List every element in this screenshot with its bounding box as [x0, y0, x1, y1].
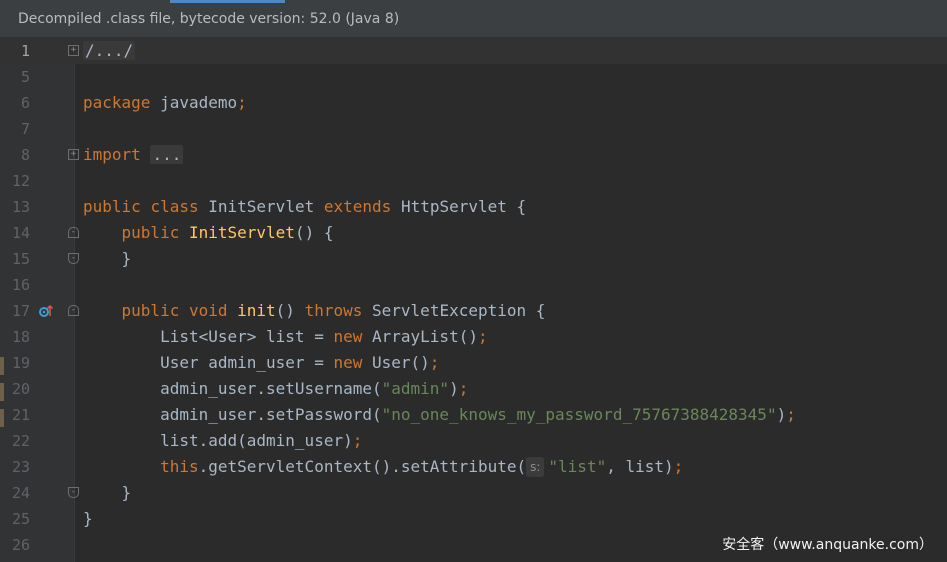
code-line[interactable]: 21 admin_user.setPassword("no_one_knows_…	[0, 402, 947, 428]
code-line[interactable]: 7	[0, 116, 947, 142]
code-text: , list)	[606, 457, 674, 476]
overridden-method-icon[interactable]	[38, 303, 54, 319]
code-line[interactable]: 22 list.add(admin_user);	[0, 428, 947, 454]
code-text: }	[121, 249, 132, 268]
fold-toggle-icon[interactable]: -	[68, 305, 79, 316]
fold-toggle-icon[interactable]: -	[68, 253, 79, 264]
code-line[interactable]: 20 admin_user.setUsername("admin");	[0, 376, 947, 402]
line-number: 17	[11, 302, 30, 320]
code-text: admin_user.setUsername(	[160, 379, 382, 398]
code-text: ()	[275, 301, 295, 320]
code-line[interactable]: 15 - }	[0, 246, 947, 272]
watermark: 安全客（www.anquanke.com）	[722, 537, 933, 553]
line-number: 14	[11, 224, 30, 242]
code-text: ServletException {	[372, 301, 546, 320]
code-line[interactable]: 19 User admin_user = new User();	[0, 350, 947, 376]
string-literal: "admin"	[381, 379, 450, 398]
keyword: package	[83, 93, 151, 112]
code-line[interactable]: 17 - public void init() throws ServletEx…	[0, 298, 947, 324]
code-text: () {	[294, 223, 334, 242]
fold-toggle-icon[interactable]: -	[68, 487, 79, 498]
line-number: 24	[11, 484, 30, 502]
line-number: 12	[11, 172, 30, 190]
semicolon: ;	[458, 379, 469, 398]
keyword: this	[160, 457, 199, 476]
code-line[interactable]: 13 public class InitServlet extends Http…	[0, 194, 947, 220]
line-number: 16	[11, 276, 30, 294]
package-name: javademo	[150, 93, 238, 112]
code-line[interactable]: 25 }	[0, 506, 947, 532]
keyword: class	[150, 197, 199, 216]
code-line[interactable]: 6 package javademo;	[0, 90, 947, 116]
code-line[interactable]: 8 + import ...	[0, 142, 947, 168]
code-text: }	[121, 483, 132, 502]
line-number: 18	[11, 328, 30, 346]
keyword: public	[121, 301, 180, 320]
banner-text: Decompiled .class file, bytecode version…	[18, 11, 400, 27]
semicolon: ;	[477, 327, 488, 346]
string-literal: "no_one_knows_my_password_75767388428345…	[381, 405, 777, 424]
line-number: 19	[11, 354, 30, 372]
superclass: HttpServlet {	[400, 197, 527, 216]
code-text: }	[83, 509, 93, 528]
folded-header[interactable]: /.../	[83, 41, 136, 60]
line-number: 5	[20, 68, 30, 86]
code-text: admin_user.setPassword(	[160, 405, 382, 424]
code-text: )	[776, 405, 787, 424]
line-number: 20	[11, 380, 30, 398]
line-number: 22	[11, 432, 30, 450]
fold-toggle-icon[interactable]: -	[68, 227, 79, 238]
code-line[interactable]: 16	[0, 272, 947, 298]
line-number: 23	[11, 458, 30, 476]
line-number: 8	[20, 146, 30, 164]
line-number: 15	[11, 250, 30, 268]
semicolon: ;	[673, 457, 684, 476]
keyword: new	[333, 353, 363, 372]
code-text: ArrayList()	[372, 327, 478, 346]
line-number: 1	[20, 42, 30, 60]
fold-toggle-icon[interactable]: +	[68, 45, 79, 56]
class-name: InitServlet	[208, 197, 315, 216]
keyword: import	[83, 145, 141, 164]
semicolon: ;	[352, 431, 363, 450]
code-text: User()	[372, 353, 430, 372]
active-tab-indicator	[170, 0, 285, 3]
code-line[interactable]: 12	[0, 168, 947, 194]
code-text: User admin_user =	[160, 353, 334, 372]
code-text: list.add(admin_user)	[160, 431, 353, 450]
line-number: 7	[20, 120, 30, 138]
line-number: 26	[11, 536, 30, 554]
line-number: 21	[11, 406, 30, 424]
keyword: extends	[323, 197, 392, 216]
keyword: new	[333, 327, 363, 346]
code-text: )	[449, 379, 459, 398]
code-line[interactable]: 18 List<User> list = new ArrayList();	[0, 324, 947, 350]
line-number: 25	[11, 510, 30, 528]
code-text: List<User> list =	[160, 327, 334, 346]
code-line[interactable]: 14 - public InitServlet() {	[0, 220, 947, 246]
keyword: void	[188, 301, 228, 320]
code-line[interactable]: 1 + /.../	[0, 38, 947, 64]
decompiled-banner: Decompiled .class file, bytecode version…	[0, 0, 947, 38]
code-text: .getServletContext().setAttribute(	[198, 457, 527, 476]
string-literal: "list"	[548, 457, 607, 476]
semicolon: ;	[786, 405, 796, 424]
code-line[interactable]: 5	[0, 64, 947, 90]
semicolon: ;	[429, 353, 440, 372]
line-number: 6	[20, 94, 30, 112]
code-line[interactable]: 24 - }	[0, 480, 947, 506]
method-name: init	[237, 301, 276, 320]
folded-imports[interactable]: ...	[150, 145, 184, 164]
fold-toggle-icon[interactable]: +	[68, 149, 79, 160]
parameter-hint: s:	[526, 457, 545, 477]
keyword: public	[83, 197, 141, 216]
method-name: InitServlet	[188, 223, 295, 242]
keyword: public	[121, 223, 180, 242]
line-number: 13	[11, 198, 30, 216]
semicolon: ;	[237, 93, 247, 112]
code-editor[interactable]: 1 + /.../ 5 6 package javademo; 7 8 + im…	[0, 38, 947, 562]
code-line[interactable]: 23 this.getServletContext().setAttribute…	[0, 454, 947, 480]
keyword: throws	[304, 301, 363, 320]
